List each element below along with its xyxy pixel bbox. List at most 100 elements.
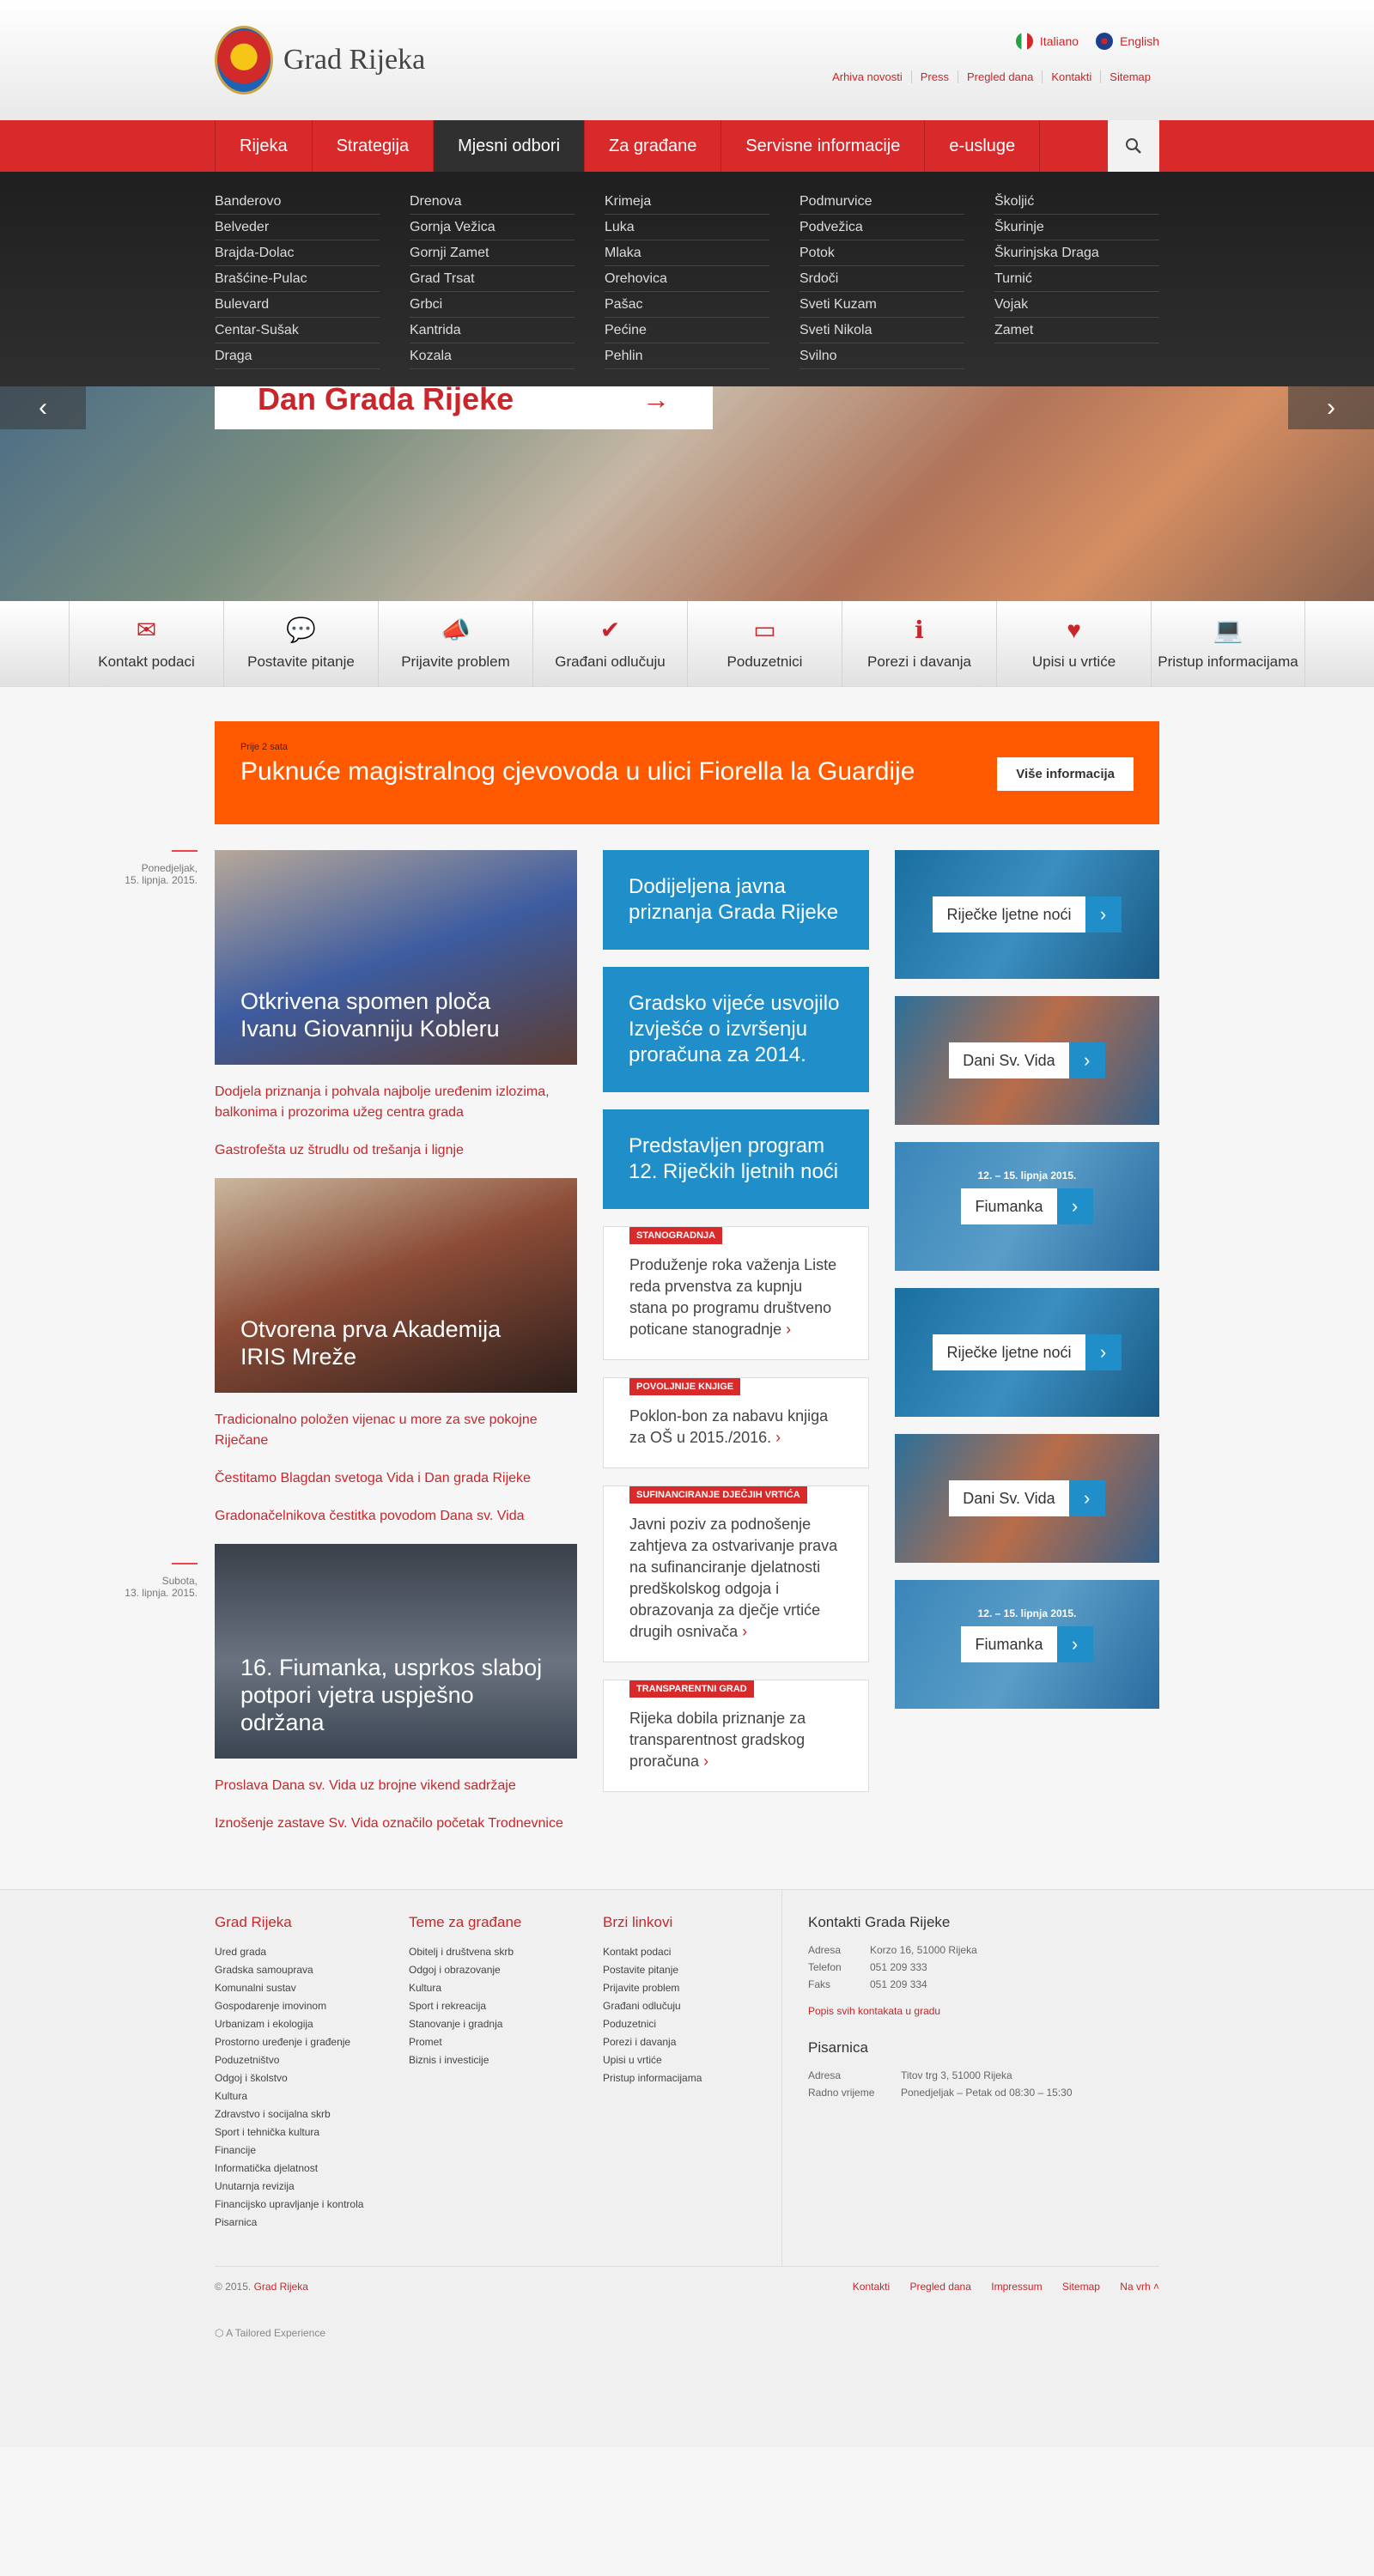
promo-banner[interactable]: Dani Sv. Vida ›: [895, 996, 1159, 1125]
dropdown-item[interactable]: Grbci: [410, 292, 575, 318]
lang-english[interactable]: English: [1096, 33, 1159, 50]
footer-link[interactable]: Postavite pitanje: [603, 1961, 797, 1979]
related-link[interactable]: Gastrofešta uz štrudlu od trešanja i lig…: [215, 1140, 577, 1161]
related-link[interactable]: Proslava Dana sv. Vida uz brojne vikend …: [215, 1776, 577, 1796]
dropdown-item[interactable]: Draga: [215, 343, 380, 369]
dropdown-item[interactable]: Kantrida: [410, 318, 575, 343]
quick-link[interactable]: 📣 Prijavite problem: [378, 601, 532, 687]
dropdown-item[interactable]: Turnić: [994, 266, 1159, 292]
footer-link[interactable]: Prostorno uređenje i građenje: [215, 2033, 409, 2051]
promo-banner[interactable]: Riječke ljetne noći ›: [895, 850, 1159, 979]
toplink-archive[interactable]: Arhiva novosti: [824, 70, 911, 83]
dropdown-item[interactable]: Gornja Vežica: [410, 215, 575, 240]
footer-link[interactable]: Građani odlučuju: [603, 1997, 797, 2015]
footer-link[interactable]: Poduzetništvo: [215, 2051, 409, 2069]
dropdown-item[interactable]: Krimeja: [605, 189, 769, 215]
back-to-top-link[interactable]: Na vrh ˄: [1120, 2281, 1159, 2293]
related-link[interactable]: Dodjela priznanja i pohvala najbolje ure…: [215, 1082, 577, 1123]
footer-link[interactable]: Ured grada: [215, 1943, 409, 1961]
dropdown-item[interactable]: Škurinje: [994, 215, 1159, 240]
footer-link[interactable]: Pristup informacijama: [603, 2069, 797, 2087]
quick-link[interactable]: 💻 Pristup informacijama: [1151, 601, 1305, 687]
footer-link-contacts[interactable]: Kontakti: [853, 2281, 890, 2293]
news-card[interactable]: POVOLJNIJE KNJIGE Poklon-bon za nabavu kn…: [603, 1377, 869, 1468]
news-card[interactable]: SUFINANCIRANJE DJEČJIH VRTIĆA Javni poziv…: [603, 1485, 869, 1662]
dropdown-item[interactable]: Zamet: [994, 318, 1159, 343]
dropdown-item[interactable]: Potok: [799, 240, 964, 266]
footer-link[interactable]: Sport i rekreacija: [409, 1997, 603, 2015]
more-info-button[interactable]: Više informacija: [997, 757, 1134, 791]
footer-link[interactable]: Obitelj i društvena skrb: [409, 1943, 603, 1961]
quick-link[interactable]: ♥ Upisi u vrtiće: [996, 601, 1151, 687]
dropdown-item[interactable]: Centar-Sušak: [215, 318, 380, 343]
agency-credit[interactable]: ⬡ A Tailored Experience: [215, 2327, 1159, 2339]
dropdown-item[interactable]: Brašćine-Pulac: [215, 266, 380, 292]
news-card[interactable]: TRANSPARENTNI GRAD Rijeka dobila priznanj…: [603, 1680, 869, 1792]
nav-rijeka[interactable]: Rijeka: [215, 120, 313, 172]
footer-link[interactable]: Porezi i davanja: [603, 2033, 797, 2051]
dropdown-item[interactable]: Luka: [605, 215, 769, 240]
news-card[interactable]: STANOGRADNJA Produženje roka važenja List…: [603, 1226, 869, 1360]
dropdown-item[interactable]: Bulevard: [215, 292, 380, 318]
dropdown-item[interactable]: Podvežica: [799, 215, 964, 240]
footer-link[interactable]: Kultura: [215, 2087, 409, 2105]
dropdown-item[interactable]: Gornji Zamet: [410, 240, 575, 266]
footer-link[interactable]: Gospodarenje imovinom: [215, 1997, 409, 2015]
footer-link[interactable]: Informatička djelatnost: [215, 2160, 409, 2178]
footer-link[interactable]: Stanovanje i gradnja: [409, 2015, 603, 2033]
nav-za-gradane[interactable]: Za građane: [585, 120, 722, 172]
footer-link-day-overview[interactable]: Pregled dana: [910, 2281, 971, 2293]
lang-italian[interactable]: Italiano: [1015, 33, 1079, 50]
footer-link[interactable]: Promet: [409, 2033, 603, 2051]
toplink-press[interactable]: Press: [910, 70, 958, 83]
footer-link[interactable]: Pisarnica: [215, 2214, 409, 2232]
footer-link[interactable]: Unutarnja revizija: [215, 2178, 409, 2196]
dropdown-item[interactable]: Svilno: [799, 343, 964, 369]
toplink-sitemap[interactable]: Sitemap: [1100, 70, 1159, 83]
promo-banner[interactable]: Dani Sv. Vida ›: [895, 1434, 1159, 1563]
footer-link[interactable]: Kontakt podaci: [603, 1943, 797, 1961]
dropdown-item[interactable]: Orehovica: [605, 266, 769, 292]
footer-link[interactable]: Upisi u vrtiće: [603, 2051, 797, 2069]
quick-link[interactable]: ℹ Porezi i davanja: [842, 601, 996, 687]
dropdown-item[interactable]: Podmurvice: [799, 189, 964, 215]
featured-article[interactable]: 16. Fiumanka, usprkos slaboj potpori vje…: [215, 1544, 577, 1759]
nav-strategija[interactable]: Strategija: [313, 120, 435, 172]
featured-article[interactable]: Otkrivena spomen ploča Ivanu Giovanniju …: [215, 850, 577, 1065]
promo-button[interactable]: Fiumanka ›: [961, 1188, 1093, 1224]
quick-link[interactable]: ▭ Poduzetnici: [687, 601, 842, 687]
promo-banner[interactable]: 12. – 15. lipnja 2015. Fiumanka ›: [895, 1142, 1159, 1271]
promo-button[interactable]: Dani Sv. Vida ›: [949, 1042, 1105, 1078]
news-box[interactable]: Predstavljen program 12. Riječkih ljetni…: [603, 1109, 869, 1209]
promo-button[interactable]: Fiumanka ›: [961, 1626, 1093, 1662]
dropdown-item[interactable]: Kozala: [410, 343, 575, 369]
dropdown-item[interactable]: Sveti Kuzam: [799, 292, 964, 318]
nav-e-usluge[interactable]: e-usluge: [925, 120, 1041, 172]
quick-link[interactable]: ✉ Kontakt podaci: [69, 601, 223, 687]
footer-link-impressum[interactable]: Impressum: [991, 2281, 1042, 2293]
related-link[interactable]: Čestitamo Blagdan svetoga Vida i Dan gra…: [215, 1468, 577, 1489]
copyright-link[interactable]: Grad Rijeka: [254, 2281, 308, 2293]
nav-mjesni-odbori[interactable]: Mjesni odbori: [434, 120, 586, 172]
footer-link[interactable]: Sport i tehnička kultura: [215, 2123, 409, 2142]
dropdown-item[interactable]: Srdoči: [799, 266, 964, 292]
promo-banner[interactable]: Riječke ljetne noći ›: [895, 1288, 1159, 1417]
quick-link[interactable]: ✔ Građani odlučuju: [532, 601, 687, 687]
quick-link[interactable]: 💬 Postavite pitanje: [223, 601, 378, 687]
related-link[interactable]: Gradonačelnikova čestitka povodom Dana s…: [215, 1506, 577, 1527]
footer-link[interactable]: Odgoj i školstvo: [215, 2069, 409, 2087]
search-button[interactable]: [1108, 120, 1159, 172]
promo-button[interactable]: Dani Sv. Vida ›: [949, 1480, 1105, 1516]
promo-button[interactable]: Riječke ljetne noći ›: [933, 1334, 1122, 1370]
toplink-contacts[interactable]: Kontakti: [1042, 70, 1100, 83]
footer-link-sitemap[interactable]: Sitemap: [1062, 2281, 1100, 2293]
dropdown-item[interactable]: Sveti Nikola: [799, 318, 964, 343]
footer-link[interactable]: Komunalni sustav: [215, 1979, 409, 1997]
dropdown-item[interactable]: Grad Trsat: [410, 266, 575, 292]
promo-button[interactable]: Riječke ljetne noći ›: [933, 896, 1122, 933]
footer-link[interactable]: Urbanizam i ekologija: [215, 2015, 409, 2033]
dropdown-item[interactable]: Pašac: [605, 292, 769, 318]
toplink-day-overview[interactable]: Pregled dana: [957, 70, 1042, 83]
hero-next-button[interactable]: ›: [1288, 386, 1374, 429]
dropdown-item[interactable]: Mlaka: [605, 240, 769, 266]
